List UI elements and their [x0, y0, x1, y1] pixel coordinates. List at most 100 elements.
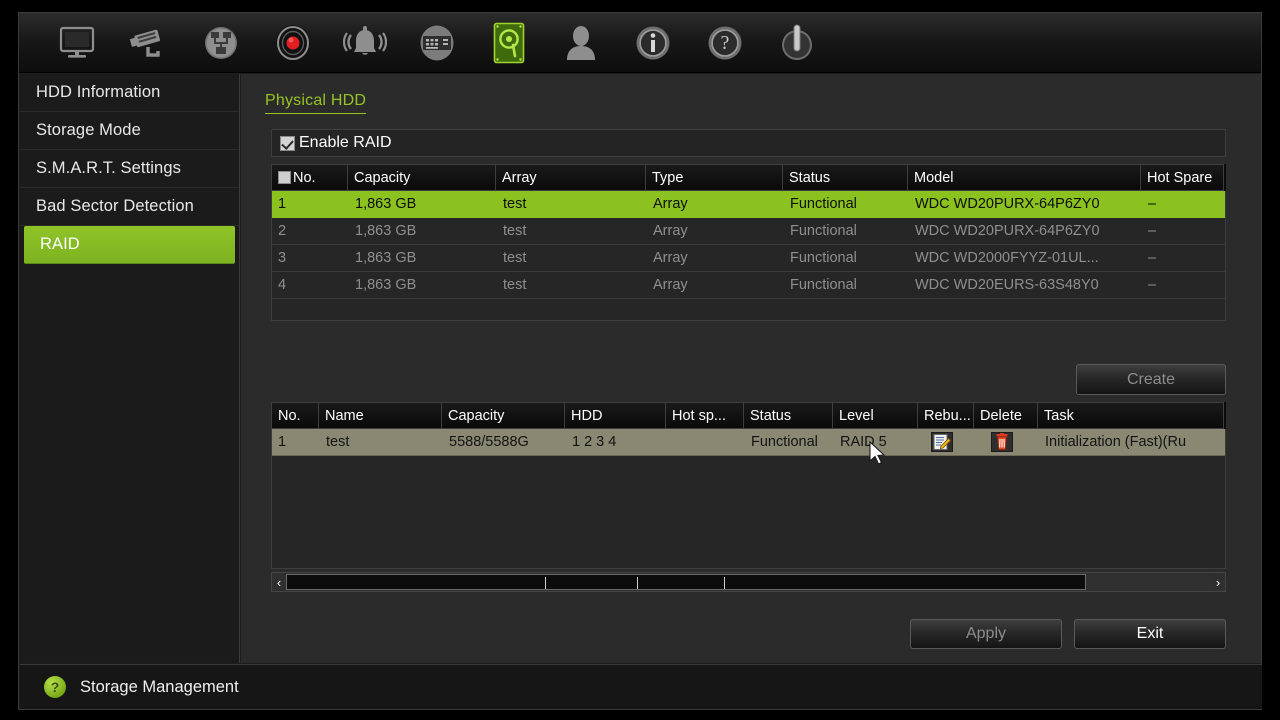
column-header-capacity[interactable]: Capacity — [348, 164, 496, 191]
array-table: No. Name Capacity HDD Hot sp... Status L… — [271, 402, 1226, 569]
column-label: Rebu... — [924, 407, 971, 424]
cell-status: Functional — [751, 434, 818, 450]
cell-type: Array — [653, 250, 688, 266]
exit-button[interactable]: Exit — [1074, 619, 1226, 649]
column-header-hdd[interactable]: HDD — [565, 402, 666, 429]
toolbar-help-button[interactable]: ? — [689, 16, 761, 70]
cell-status: Functional — [790, 196, 857, 212]
sidebar-item-raid[interactable]: RAID — [24, 226, 235, 264]
column-label: Status — [750, 407, 792, 424]
cell-hot-spare: – — [1148, 223, 1157, 239]
help-icon: ? — [708, 26, 742, 59]
cell-status: Functional — [790, 250, 857, 266]
alarm-bell-icon — [343, 25, 387, 55]
table-row[interactable]: 2 1,863 GB test Array Functional WDC WD2… — [272, 218, 1225, 245]
column-header-no[interactable]: No. — [271, 164, 348, 191]
page-title: Physical HDD — [265, 92, 367, 114]
select-all-checkbox[interactable] — [278, 171, 291, 184]
record-icon — [276, 24, 310, 61]
enable-raid-label: Enable RAID — [299, 134, 392, 151]
status-bar: ? Storage Management — [20, 664, 1262, 709]
column-header-model[interactable]: Model — [908, 164, 1141, 191]
cell-no: 2 — [278, 223, 287, 239]
column-label: Status — [789, 169, 831, 186]
column-header-hot-spare[interactable]: Hot sp... — [666, 402, 744, 429]
column-label: HDD — [571, 407, 603, 424]
cell-level: RAID 5 — [840, 434, 887, 450]
column-header-status[interactable]: Status — [783, 164, 908, 191]
toolbar-alarm-button[interactable] — [329, 16, 401, 70]
horizontal-scrollbar[interactable]: ‹ › — [271, 572, 1226, 592]
table-header-row: No. Name Capacity HDD Hot sp... Status L… — [271, 402, 1226, 429]
sidebar-item-storage-mode[interactable]: Storage Mode — [20, 112, 239, 150]
cell-capacity: 1,863 GB — [355, 223, 417, 239]
column-header-level[interactable]: Level — [833, 402, 918, 429]
help-circle-icon[interactable]: ? — [44, 676, 66, 698]
trash-icon[interactable] — [991, 432, 1013, 452]
enable-raid-checkbox[interactable] — [280, 135, 295, 151]
toolbar-info-button[interactable] — [617, 16, 689, 70]
hdd-icon — [493, 22, 525, 63]
scrollbar-track[interactable] — [286, 574, 1211, 590]
cell-model: WDC WD20PURX-64P6ZY0 — [915, 196, 1100, 212]
scroll-right-arrow-icon[interactable]: › — [1211, 573, 1225, 591]
camera-icon — [129, 29, 161, 57]
column-label: Model — [914, 169, 954, 186]
column-header-delete[interactable]: Delete — [974, 402, 1038, 429]
sidebar-item-label: HDD Information — [36, 83, 161, 101]
column-label: Hot sp... — [672, 407, 726, 424]
cell-no: 4 — [278, 277, 287, 293]
cell-type: Array — [653, 223, 688, 239]
column-label: No. — [278, 407, 301, 424]
column-header-status[interactable]: Status — [744, 402, 833, 429]
column-label: Type — [652, 169, 684, 186]
monitor-icon — [59, 26, 95, 58]
toolbar-camera-button[interactable] — [113, 16, 185, 70]
column-label: Hot Spare — [1147, 169, 1213, 186]
toolbar-power-button[interactable] — [761, 16, 833, 70]
table-row[interactable]: 4 1,863 GB test Array Functional WDC WD2… — [272, 272, 1225, 299]
cell-hot-spare: – — [1148, 196, 1157, 212]
table-row[interactable]: 1 1,863 GB test Array Functional WDC WD2… — [272, 191, 1225, 218]
column-header-hot-spare[interactable]: Hot Spare — [1141, 164, 1224, 191]
column-label: Array — [502, 169, 537, 186]
scrollbar-thumb[interactable] — [286, 574, 1086, 590]
info-icon — [636, 26, 670, 59]
column-header-no[interactable]: No. — [271, 402, 319, 429]
column-label: Name — [325, 407, 364, 424]
sidebar-item-hdd-information[interactable]: HDD Information — [20, 74, 239, 112]
table-row[interactable]: 1 test 5588/5588G 1 2 3 4 Functional RAI… — [272, 429, 1225, 456]
apply-button[interactable]: Apply — [910, 619, 1062, 649]
create-button[interactable]: Create — [1076, 364, 1226, 395]
column-header-name[interactable]: Name — [319, 402, 442, 429]
cell-capacity: 1,863 GB — [355, 250, 417, 266]
table-header-row: No. Capacity Array Type Status Model Hot… — [271, 164, 1226, 191]
cell-array: test — [503, 223, 527, 239]
cell-no: 1 — [278, 434, 287, 450]
toolbar-user-button[interactable] — [545, 16, 617, 70]
sidebar-item-smart-settings[interactable]: S.M.A.R.T. Settings — [20, 150, 239, 188]
cell-array: test — [503, 250, 527, 266]
toolbar-monitor-button[interactable] — [41, 16, 113, 70]
edit-pencil-icon[interactable] — [931, 432, 953, 452]
table-body: 1 test 5588/5588G 1 2 3 4 Functional RAI… — [271, 429, 1226, 569]
scroll-left-arrow-icon[interactable]: ‹ — [272, 573, 286, 591]
column-label: Capacity — [354, 169, 411, 186]
svg-text:?: ? — [721, 32, 730, 54]
toolbar-hdd-button[interactable] — [473, 16, 545, 70]
column-header-array[interactable]: Array — [496, 164, 646, 191]
column-header-capacity[interactable]: Capacity — [442, 402, 565, 429]
toolbar-network-button[interactable] — [185, 16, 257, 70]
column-header-task[interactable]: Task — [1038, 402, 1224, 429]
cell-hdd: 1 2 3 4 — [572, 434, 617, 450]
toolbar-record-button[interactable] — [257, 16, 329, 70]
column-label: Level — [839, 407, 874, 424]
column-header-rebuild[interactable]: Rebu... — [918, 402, 974, 429]
cell-model: WDC WD20EURS-63S48Y0 — [915, 277, 1099, 293]
table-row[interactable]: 3 1,863 GB test Array Functional WDC WD2… — [272, 245, 1225, 272]
cell-hot-spare: – — [1148, 277, 1157, 293]
toolbar-device-button[interactable] — [401, 16, 473, 70]
column-header-type[interactable]: Type — [646, 164, 783, 191]
sidebar-item-bad-sector-detection[interactable]: Bad Sector Detection — [20, 188, 239, 226]
device-icon — [420, 25, 454, 60]
